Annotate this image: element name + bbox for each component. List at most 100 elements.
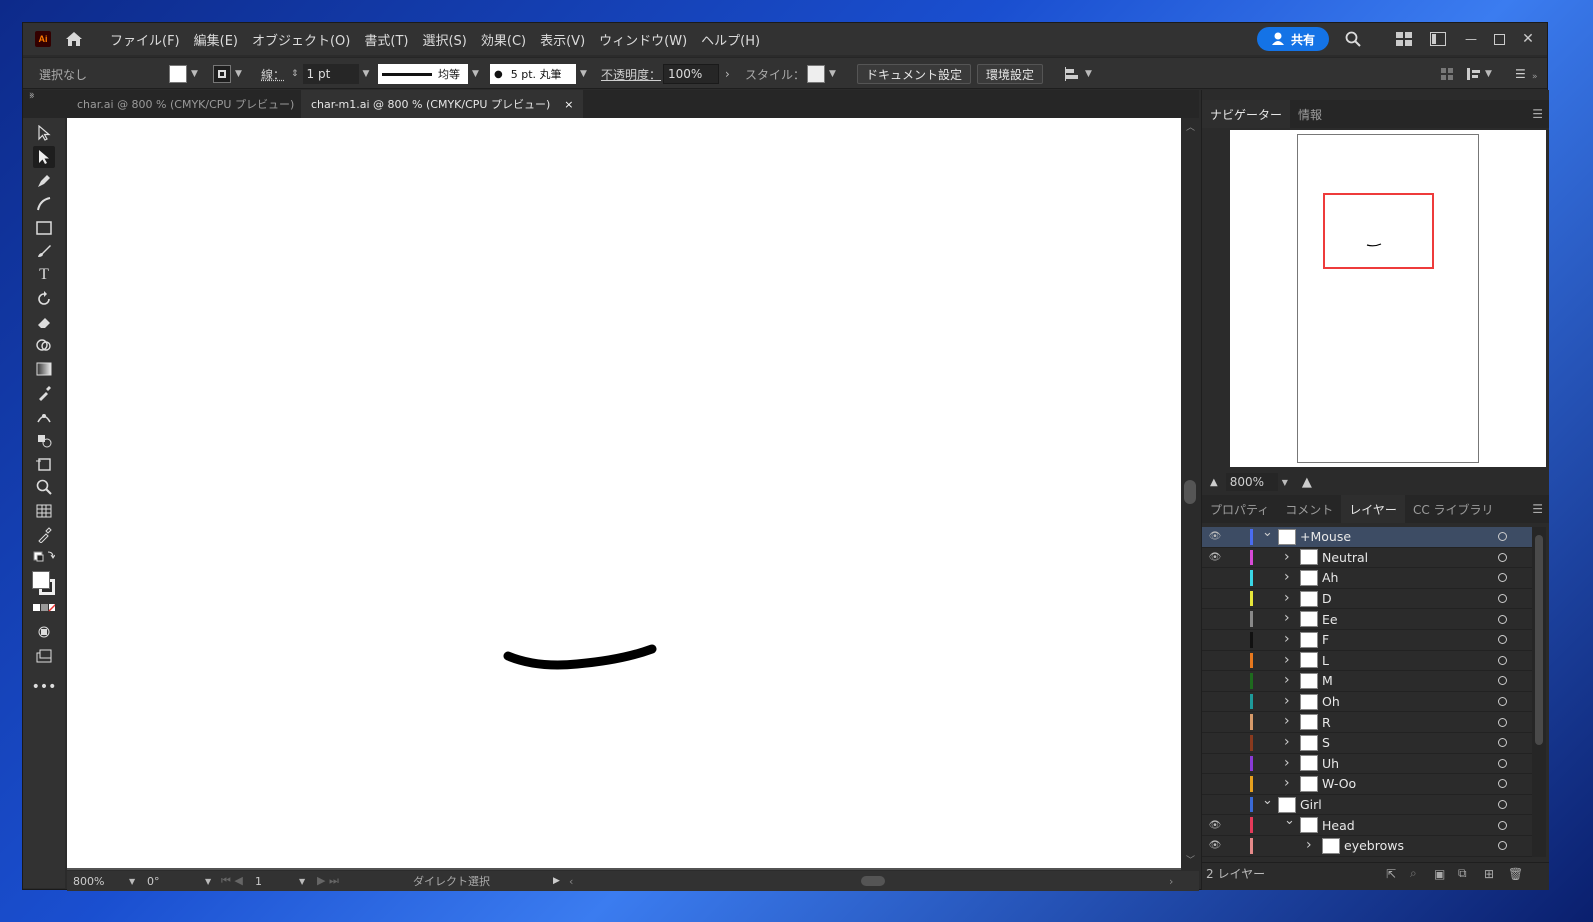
live-paint-tool-icon[interactable] [33, 524, 55, 546]
layer-row[interactable]: 👁 › Neutral [1202, 548, 1532, 569]
tab-char-ai[interactable]: char.ai @ 800 % (CMYK/CPU プレビュー) × [67, 90, 327, 118]
close-tab-icon[interactable]: × [564, 98, 573, 111]
collapse-panel-icon[interactable]: » [1532, 72, 1538, 82]
last-artboard-icon[interactable]: ▶ ⏭ [317, 874, 339, 888]
layer-name[interactable]: Oh [1322, 694, 1340, 709]
trash-icon[interactable]: 🗑 [1508, 867, 1523, 881]
export-icon[interactable]: ⇱ [1386, 867, 1396, 881]
share-button[interactable]: 共有 [1257, 27, 1329, 51]
chevron-right-icon[interactable]: › [1284, 755, 1290, 771]
minimize-icon[interactable]: — [1461, 29, 1481, 49]
stroke-swatch[interactable]: ▼ [213, 64, 242, 84]
new-sublayer-icon[interactable]: ⧉ [1458, 866, 1467, 881]
chevron-down-icon[interactable]: ⌄ [1262, 793, 1273, 808]
tab-navigator[interactable]: ナビゲーター [1202, 100, 1291, 128]
color-mode-icon[interactable] [33, 602, 55, 614]
style-swatch[interactable]: ▼ [807, 64, 836, 84]
layer-name[interactable]: eyebrows [1344, 838, 1404, 853]
menu-item[interactable]: 選択(S) [415, 30, 473, 49]
direct-selection-tool-icon[interactable] [33, 146, 55, 168]
tab-info[interactable]: 情報 [1290, 100, 1330, 128]
panel-menu-icon[interactable]: ☰ [1515, 64, 1526, 84]
tab-layers[interactable]: レイヤー [1341, 495, 1405, 523]
mouth-stroke-path[interactable] [67, 118, 1181, 868]
layer-target-icon[interactable] [1498, 841, 1507, 851]
arrange-icon[interactable] [1428, 29, 1448, 49]
navigator-preview[interactable] [1230, 130, 1546, 467]
chevron-right-icon[interactable]: › [1284, 631, 1290, 647]
symbol-sprayer-tool-icon[interactable] [33, 429, 55, 451]
chevron-right-icon[interactable]: › [1284, 693, 1290, 709]
layer-target-icon[interactable] [1498, 738, 1507, 748]
tab-comments[interactable]: コメント [1277, 495, 1341, 523]
layer-row[interactable]: › L [1202, 651, 1532, 672]
layer-target-icon[interactable] [1498, 697, 1507, 707]
selection-tool-icon[interactable] [33, 122, 55, 144]
menu-item[interactable]: 効果(C) [474, 30, 533, 49]
screen-mode-icon[interactable] [33, 645, 55, 667]
default-colors-icon[interactable] [33, 548, 55, 564]
maximize-icon[interactable] [1489, 29, 1509, 49]
artboard-dropdown[interactable]: 1 ▼ [255, 874, 305, 888]
chevron-down-icon[interactable]: ⌄ [1262, 527, 1273, 540]
stroke-weight-field[interactable]: ⇕ 1 pt ▼ [291, 64, 369, 84]
layer-target-icon[interactable] [1498, 800, 1507, 810]
artboard[interactable] [67, 118, 1181, 868]
collapse-toolbar-icon[interactable]: » [29, 92, 35, 102]
graph-tool-icon[interactable] [33, 500, 55, 522]
layer-row[interactable]: › Ah [1202, 568, 1532, 589]
document-settings-button[interactable]: ドキュメント設定 [857, 64, 972, 84]
layer-target-icon[interactable] [1498, 820, 1507, 830]
tab-char-m1-ai[interactable]: char-m1.ai @ 800 % (CMYK/CPU プレビュー) × [301, 90, 584, 118]
canvas-area[interactable]: ︿ ﹀ [67, 118, 1199, 870]
chevron-right-icon[interactable]: › [1284, 549, 1290, 565]
layer-target-icon[interactable] [1498, 614, 1507, 624]
chevron-right-icon[interactable]: › [1284, 652, 1290, 668]
layer-target-icon[interactable] [1498, 758, 1507, 768]
locate-object-icon[interactable]: ⌕ [1410, 866, 1417, 881]
eraser-tool-icon[interactable] [33, 311, 55, 333]
layer-name[interactable]: L [1322, 653, 1329, 668]
navigator-menu-icon[interactable]: ☰ [1532, 107, 1543, 121]
visibility-eye-icon[interactable]: 👁 [1206, 820, 1224, 831]
layer-name[interactable]: Neutral [1322, 550, 1368, 565]
layer-name[interactable]: Uh [1322, 756, 1339, 771]
menu-item[interactable]: ヘルプ(H) [694, 30, 767, 49]
curvature-tool-icon[interactable] [33, 193, 55, 215]
menu-item[interactable]: 編集(E) [187, 30, 245, 49]
layer-row[interactable]: › W-Oo [1202, 774, 1532, 795]
menu-item[interactable]: ファイル(F) [103, 30, 187, 49]
layer-row[interactable]: 👁 ⌄ +Mouse [1202, 527, 1532, 548]
layer-target-icon[interactable] [1498, 779, 1507, 789]
paintbrush-tool-icon[interactable] [33, 240, 55, 262]
layer-row[interactable]: › Uh [1202, 754, 1532, 775]
vertical-scrollbar[interactable]: ︿ ﹀ [1181, 118, 1199, 870]
more-tools-icon[interactable]: ••• [32, 676, 57, 698]
layer-row[interactable]: › R [1202, 712, 1532, 733]
layer-row[interactable]: › Ee [1202, 609, 1532, 630]
visibility-eye-icon[interactable]: 👁 [1206, 531, 1224, 542]
chevron-down-icon[interactable]: ⌄ [1284, 813, 1295, 828]
layer-target-icon[interactable] [1498, 532, 1507, 542]
opacity-field[interactable]: 100% › [663, 64, 730, 84]
layers-scrollbar[interactable] [1532, 527, 1546, 857]
layer-target-icon[interactable] [1498, 573, 1507, 583]
status-menu-icon[interactable]: ▶ [553, 874, 560, 888]
layer-name[interactable]: D [1322, 591, 1332, 606]
layer-name[interactable]: Girl [1300, 797, 1322, 812]
shape-builder-tool-icon[interactable] [33, 335, 55, 357]
layer-row[interactable]: ⌄ Girl [1202, 793, 1532, 816]
chevron-down-icon[interactable]: ▼ [363, 69, 370, 79]
chevron-right-icon[interactable]: › [1284, 569, 1290, 585]
zoom-out-icon[interactable]: ▲ [1210, 477, 1218, 488]
fill-stroke-swatch[interactable] [30, 568, 58, 598]
chevron-right-icon[interactable]: › [1284, 590, 1290, 606]
layer-name[interactable]: M [1322, 673, 1333, 688]
artboard-value[interactable]: 1 [255, 875, 295, 888]
horizontal-scroll-thumb[interactable] [861, 876, 885, 886]
brush-dropdown[interactable]: ● 5 pt. 丸筆 ▼ [490, 64, 587, 84]
layer-name[interactable]: R [1322, 715, 1331, 730]
home-icon[interactable] [63, 28, 85, 50]
layer-row[interactable]: 👁 ⌄ Head [1202, 813, 1532, 836]
new-layer-icon[interactable]: ⊞ [1484, 867, 1494, 881]
